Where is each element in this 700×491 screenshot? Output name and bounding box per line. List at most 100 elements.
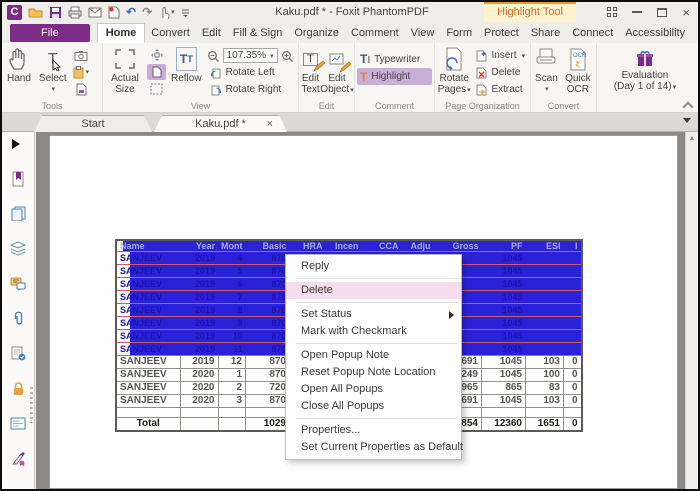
extract-pages-button[interactable]: Extract — [473, 81, 528, 98]
table-cell: ESI — [526, 240, 564, 252]
context-menu-item-reset-popup-note-location[interactable]: Reset Popup Note Location — [286, 364, 461, 381]
table-cell: 2019 — [180, 252, 218, 265]
clipboard-button[interactable]: ▾ — [72, 64, 91, 80]
ribbon-tab-view[interactable]: View — [405, 23, 441, 43]
delete-pages-button[interactable]: Delete — [473, 64, 528, 81]
digital-signatures-icon[interactable] — [9, 345, 27, 362]
fit-page-button[interactable] — [147, 47, 166, 63]
ribbon-tab-protect[interactable]: Protect — [478, 23, 525, 43]
fit-width-button[interactable] — [147, 64, 166, 80]
context-menu-item-open-all-popups[interactable]: Open All Popups — [286, 381, 461, 398]
close-icon[interactable]: × — [682, 6, 690, 19]
print-icon[interactable] — [68, 5, 82, 20]
rotate-left-button[interactable]: Rotate Left — [207, 64, 294, 81]
ribbon-tab-home[interactable]: Home — [97, 23, 146, 43]
expand-panel-icon[interactable] — [12, 139, 20, 149]
table-cell: 1045 — [482, 330, 526, 343]
layers-icon[interactable] — [9, 240, 27, 257]
marquee-zoom-button[interactable] — [147, 81, 166, 97]
table-cell: 103 — [526, 356, 564, 369]
tile-windows-icon[interactable] — [607, 7, 617, 17]
ribbon-tab-organize[interactable]: Organize — [288, 23, 345, 43]
scan-button[interactable]: Scan ▾ — [533, 47, 560, 95]
ribbon-tab-convert[interactable]: Convert — [145, 23, 196, 43]
reflow-button[interactable]: TT Reflow — [168, 47, 205, 84]
vertical-scrollbar[interactable]: ▲ — [685, 132, 698, 489]
comments-icon[interactable] — [9, 275, 27, 292]
context-menu-item-open-popup-note[interactable]: Open Popup Note — [286, 347, 461, 364]
touch-mode-icon[interactable]: ▾ — [158, 5, 175, 20]
snapshot-button[interactable] — [72, 47, 91, 63]
hand-label: Hand — [7, 73, 31, 84]
collapse-ribbon-icon[interactable] — [684, 101, 691, 108]
edit-object-button[interactable]: Edit Object▾ — [322, 47, 352, 96]
document-tab-kaku-pdf[interactable]: Kaku.pdf *× — [154, 115, 287, 132]
context-menu-item-delete[interactable]: Delete — [286, 282, 461, 299]
paste-page-button[interactable] — [72, 81, 91, 97]
context-menu-item-reply[interactable]: Reply — [286, 258, 461, 275]
context-menu-item-mark-with-checkmark[interactable]: Mark with Checkmark — [286, 323, 461, 340]
page-thumbnails-icon[interactable] — [9, 205, 27, 222]
ribbon-tab-accessibility[interactable]: Accessibility — [619, 23, 691, 43]
context-menu-item-properties[interactable]: Properties... — [286, 422, 461, 439]
actual-size-button[interactable]: Actual Size — [105, 47, 145, 95]
file-menu-button[interactable]: File — [10, 24, 90, 42]
security-icon[interactable] — [9, 380, 27, 397]
context-menu-item-set-status[interactable]: Set Status — [286, 306, 461, 323]
table-cell: SANJEEV — [116, 330, 180, 343]
ribbon-tab-edit[interactable]: Edit — [196, 23, 227, 43]
select-tool-button[interactable]: T Select ▾ — [36, 47, 70, 95]
ribbon-tab-help[interactable]: Help — [691, 23, 700, 43]
quick-ocr-button[interactable]: OCR Quick OCR — [562, 47, 594, 95]
form-fields-icon[interactable] — [9, 415, 27, 432]
ribbon-tab-share[interactable]: Share — [525, 23, 566, 43]
typewriter-button[interactable]: TI Typewriter — [357, 51, 432, 68]
restore-icon[interactable] — [657, 8, 667, 17]
ribbon-tab-connect[interactable]: Connect — [566, 23, 619, 43]
table-cell: 720 — [246, 382, 290, 395]
highlight-button[interactable]: T Highlight — [357, 68, 432, 85]
open-file-icon[interactable] — [28, 5, 43, 20]
attachments-icon[interactable] — [9, 310, 27, 327]
table-cell: Adju — [402, 240, 434, 252]
redo-icon[interactable]: ↷ — [142, 5, 152, 20]
table-cell: 870 — [246, 343, 290, 356]
rotate-pages-button[interactable]: Rotate Pages▾ — [437, 47, 471, 96]
hand-tool-button[interactable]: Hand — [4, 47, 34, 84]
close-tab-icon[interactable]: × — [267, 116, 273, 133]
rotate-right-button[interactable]: Rotate Right — [207, 81, 294, 98]
document-tab-start[interactable]: Start — [34, 115, 152, 132]
ink-signature-icon[interactable] — [9, 450, 27, 467]
table-cell: 870 — [246, 304, 290, 317]
bookmarks-icon[interactable] — [9, 170, 27, 187]
save-icon[interactable] — [49, 5, 62, 20]
context-menu-item-set-current-properties-as-default[interactable]: Set Current Properties as Default — [286, 439, 461, 456]
edit-text-button[interactable]: T Edit Text — [301, 47, 320, 95]
scroll-up-icon[interactable]: ▲ — [686, 135, 698, 142]
ribbon-tab-form[interactable]: Form — [440, 23, 478, 43]
zoom-in-icon[interactable] — [281, 50, 294, 62]
zoom-out-icon[interactable] — [207, 50, 220, 62]
table-cell: 870 — [246, 395, 290, 408]
zoom-level-combobox[interactable]: 107.35%▾ — [223, 48, 278, 63]
table-header-row[interactable]: NameYearMontBasicHRAIncenCCAAdjuGrossPFE… — [116, 240, 582, 252]
ribbon-tab-comment[interactable]: Comment — [345, 23, 405, 43]
insert-pages-button[interactable]: Insert▾ — [473, 47, 528, 64]
ribbon: Hand T Select ▾ ▾ Tools Actual S — [2, 43, 698, 113]
table-cell — [180, 418, 218, 432]
table-cell — [526, 343, 564, 356]
evaluation-label-line1: Evaluation — [622, 70, 669, 81]
panel-splitter-grip[interactable] — [30, 387, 33, 423]
context-menu-item-close-all-popups[interactable]: Close All Popups — [286, 398, 461, 415]
table-cell: PF — [482, 240, 526, 252]
foxit-logo-icon[interactable]: C — [7, 5, 22, 20]
tab-list-dropdown-icon[interactable] — [683, 118, 691, 123]
new-document-icon[interactable] — [108, 5, 120, 20]
ribbon-tab-fill-sign[interactable]: Fill & Sign — [227, 23, 289, 43]
undo-icon[interactable]: ↶ — [126, 5, 136, 20]
evaluation-button[interactable]: Evaluation (Day 1 of 14)▾ — [599, 47, 691, 93]
table-cell: 870 — [246, 278, 290, 291]
email-icon[interactable] — [88, 5, 102, 20]
table-cell: 0 — [564, 395, 582, 408]
minimize-icon[interactable] — [632, 11, 642, 13]
